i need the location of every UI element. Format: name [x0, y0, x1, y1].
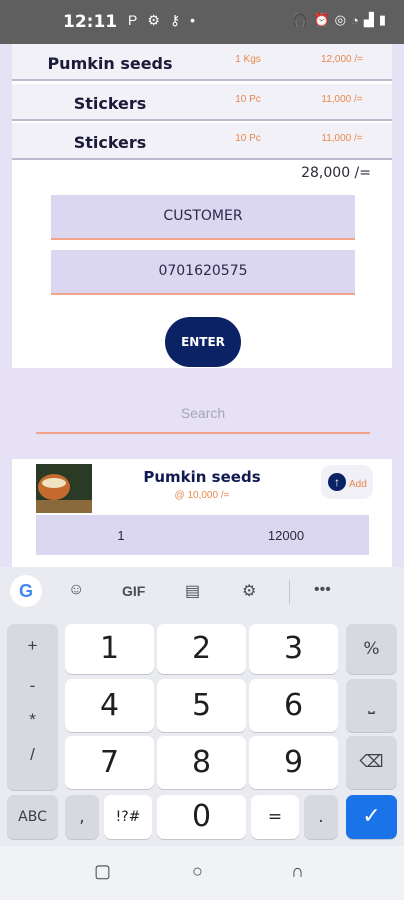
key-icon: ⚷	[169, 12, 181, 28]
product-quantity-row: 1 12000	[36, 515, 369, 555]
digit-key[interactable]: 0	[157, 795, 246, 839]
alarm-icon: ⏰	[313, 12, 330, 27]
customer-field[interactable]: CUSTOMER	[51, 195, 355, 240]
abc-key[interactable]: ABC	[7, 795, 58, 839]
item-qty: 1 Kgs	[235, 54, 261, 65]
line-total-value: 12000	[267, 528, 305, 543]
item-price: 12,000 /=	[321, 54, 363, 65]
battery-icon: ▮	[378, 12, 386, 27]
numeric-keyboard: G ☺ GIF ▤ ⚙ ••• + - * / 1 2 3 % 4 5 6 ⎵ …	[0, 567, 404, 846]
dot-icon: •	[190, 12, 196, 28]
comma-key[interactable]: ,	[65, 795, 99, 839]
gear-icon: ⚙	[147, 12, 160, 28]
phone-field[interactable]: 0701620575	[51, 250, 355, 295]
order-row[interactable]: Pumkin seeds 1 Kgs 12,000 /=	[12, 44, 392, 81]
clipboard-icon[interactable]: ▤	[185, 581, 200, 601]
item-name: Stickers	[73, 94, 147, 113]
gif-button[interactable]: GIF	[122, 583, 145, 599]
sticker-icon[interactable]: ☺	[68, 581, 84, 599]
digit-key[interactable]: 9	[249, 736, 338, 789]
percent-key[interactable]: %	[346, 624, 397, 674]
gear-icon[interactable]: ⚙	[242, 581, 256, 601]
product-image	[36, 464, 92, 513]
item-name: Stickers	[73, 133, 147, 152]
digit-key[interactable]: 7	[65, 736, 154, 789]
order-total: 28,000 /=	[301, 165, 371, 181]
minus-key[interactable]: -	[7, 676, 58, 696]
wifi-icon: ◔	[350, 12, 359, 28]
arrow-up-icon: ↑	[328, 473, 346, 491]
back-icon[interactable]: ∩	[291, 861, 304, 882]
signal-icon: ▟	[363, 12, 374, 27]
add-label: Add	[349, 479, 367, 490]
headset-icon: 🎧	[292, 12, 309, 27]
dot-key[interactable]: .	[304, 795, 338, 839]
product-name: Pumkin seeds	[143, 468, 261, 486]
divide-key[interactable]: /	[7, 745, 58, 765]
keyboard-toolbar: G ☺ GIF ▤ ⚙ •••	[0, 567, 404, 617]
order-row[interactable]: Stickers 10 Pc 11,000 /=	[12, 123, 392, 160]
digit-key[interactable]: 8	[157, 736, 246, 789]
equals-key[interactable]: =	[251, 795, 299, 839]
navigation-bar: ▢ ○ ∩	[0, 846, 404, 900]
multiply-key[interactable]: *	[7, 710, 58, 730]
product-price: @ 10,000 /=	[174, 490, 230, 501]
parking-icon: P	[128, 12, 138, 28]
google-icon[interactable]: G	[10, 575, 42, 607]
recents-icon[interactable]: ▢	[94, 861, 111, 882]
digit-key[interactable]: 6	[249, 679, 338, 732]
digit-key[interactable]: 1	[65, 624, 154, 674]
search-input[interactable]: Search	[36, 396, 370, 434]
plus-key[interactable]: +	[7, 636, 58, 656]
item-price: 11,000 /=	[321, 94, 363, 105]
symbol-keys[interactable]: + - * /	[7, 624, 58, 790]
more-icon[interactable]: •••	[314, 581, 331, 599]
home-icon[interactable]: ○	[192, 861, 203, 882]
product-card: Pumkin seeds @ 10,000 /= ↑ Add 1 12000	[12, 459, 392, 567]
hotspot-icon: ◎	[334, 12, 346, 27]
space-key[interactable]: ⎵	[346, 679, 397, 732]
digit-key[interactable]: 3	[249, 624, 338, 674]
backspace-key[interactable]: ⌫	[346, 736, 397, 789]
status-bar: 12:11 P ⚙ ⚷ • 🎧 ⏰ ◎ ◔ ▟ ▮	[0, 0, 404, 44]
done-key[interactable]: ✓	[346, 795, 397, 839]
order-card: Pumkin seeds 1 Kgs 12,000 /= Stickers 10…	[12, 44, 392, 368]
toolbar-divider	[289, 580, 290, 604]
enter-button[interactable]: ENTER	[165, 317, 241, 367]
item-qty: 10 Pc	[235, 133, 261, 144]
quantity-value[interactable]: 1	[96, 528, 146, 543]
status-time: 12:11	[63, 12, 118, 32]
digit-key[interactable]: 4	[65, 679, 154, 732]
order-row[interactable]: Stickers 10 Pc 11,000 /=	[12, 84, 392, 121]
item-qty: 10 Pc	[235, 94, 261, 105]
digit-key[interactable]: 2	[157, 624, 246, 674]
add-button[interactable]: ↑ Add	[321, 465, 373, 499]
digit-key[interactable]: 5	[157, 679, 246, 732]
item-price: 11,000 /=	[321, 133, 363, 144]
item-name: Pumkin seeds	[47, 54, 173, 73]
symbols-key[interactable]: !?#	[104, 795, 152, 839]
